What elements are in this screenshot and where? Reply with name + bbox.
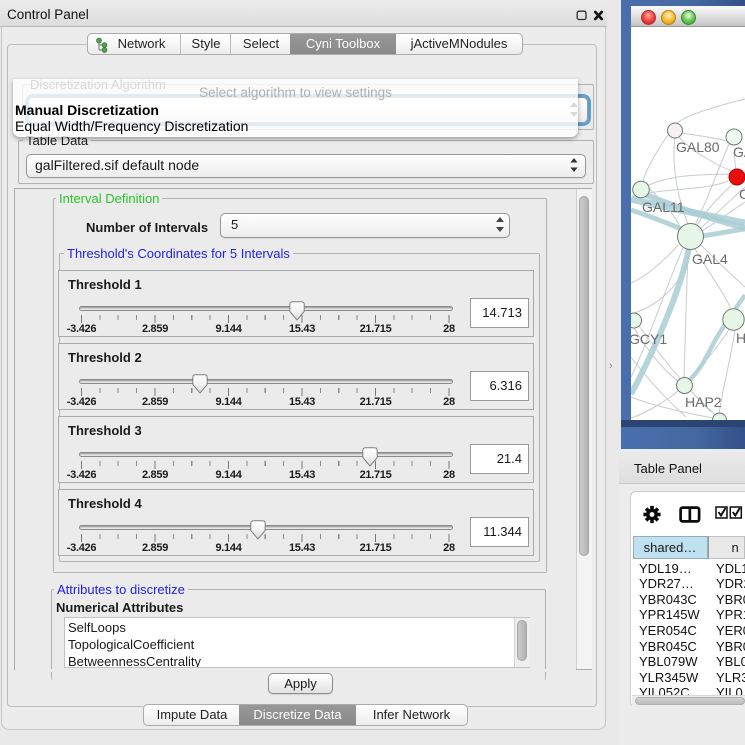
svg-text:GAL11: GAL11 (642, 199, 685, 215)
svg-text:GAL80: GAL80 (676, 139, 720, 155)
svg-text:HAP2: HAP2 (685, 394, 722, 410)
svg-text:GA: GA (733, 144, 745, 160)
svg-text:C: C (739, 186, 745, 202)
svg-text:GCY1: GCY1 (631, 331, 667, 347)
svg-text:GAL4: GAL4 (692, 251, 728, 267)
svg-text:H: H (736, 330, 745, 346)
